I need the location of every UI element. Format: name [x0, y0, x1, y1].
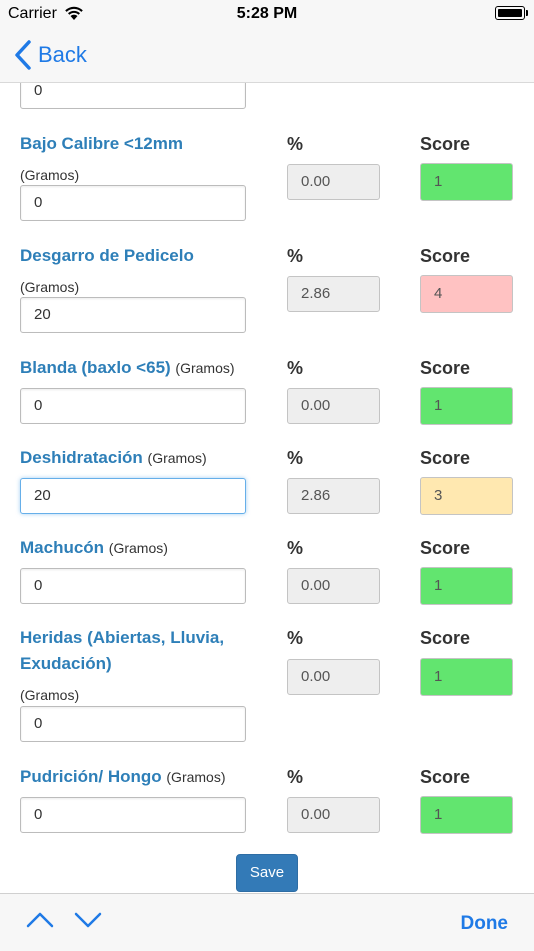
grams-input[interactable]: 20: [20, 478, 246, 514]
defect-label: Blanda (baxlo <65): [20, 358, 171, 377]
navigation-bar: Back: [0, 28, 534, 83]
percent-field: 0.00: [287, 568, 380, 604]
percent-header: %: [287, 767, 304, 787]
defect-label: Machucón: [20, 538, 105, 557]
grams-input[interactable]: 0: [20, 568, 246, 604]
defect-label-wrap: Deshidratación (Gramos): [20, 445, 207, 471]
chevron-left-icon: [15, 40, 31, 70]
score-field: 1: [420, 163, 513, 201]
defect-label: Pudrición/ Hongo: [20, 767, 162, 786]
clock: 5:28 PM: [236, 5, 298, 22]
unit-label: (Gramos): [108, 540, 168, 556]
keyboard-toolbar: Done: [0, 893, 534, 951]
percent-header: %: [287, 134, 304, 154]
done-button[interactable]: Done: [461, 913, 509, 935]
grams-input-previous[interactable]: 0: [20, 83, 246, 109]
score-header: Score: [420, 538, 471, 558]
percent-header: %: [287, 358, 304, 378]
back-label: Back: [38, 42, 87, 67]
score-header: Score: [420, 767, 471, 787]
score-field: 1: [420, 387, 513, 425]
defect-label-line2: Exudación): [20, 654, 112, 673]
unit-label: (Gramos): [20, 279, 80, 295]
back-button[interactable]: Back: [14, 38, 87, 72]
percent-header: %: [287, 538, 304, 558]
battery-icon: [495, 6, 528, 20]
grams-input[interactable]: 0: [20, 797, 246, 833]
percent-field: 2.86: [287, 276, 380, 312]
score-field: 1: [420, 658, 513, 696]
grams-input[interactable]: 0: [20, 706, 246, 742]
percent-header: %: [287, 628, 304, 648]
status-bar: Carrier 5:28 PM: [0, 0, 534, 28]
save-button[interactable]: Save: [236, 854, 298, 892]
defect-label: Deshidratación: [20, 448, 143, 467]
unit-label: (Gramos): [20, 167, 80, 183]
unit-label: (Gramos): [166, 769, 226, 785]
defect-label-wrap: Pudrición/ Hongo (Gramos): [20, 764, 226, 790]
defect-label: Bajo Calibre <12mm: [20, 134, 183, 153]
defect-label: Desgarro de Pedicelo: [20, 246, 194, 265]
percent-field: 0.00: [287, 797, 380, 833]
percent-header: %: [287, 448, 304, 468]
percent-field: 0.00: [287, 659, 380, 695]
grams-input[interactable]: 0: [20, 388, 246, 424]
score-header: Score: [420, 358, 471, 378]
score-header: Score: [420, 448, 471, 468]
chevron-down-icon[interactable]: [73, 910, 103, 930]
score-field: 1: [420, 796, 513, 834]
percent-field: 0.00: [287, 388, 380, 424]
score-field: 4: [420, 275, 513, 313]
unit-label: (Gramos): [20, 687, 80, 703]
grams-input[interactable]: 0: [20, 185, 246, 221]
defect-label-wrap: Blanda (baxlo <65) (Gramos): [20, 355, 235, 381]
defect-label: Heridas (Abiertas, Lluvia,: [20, 628, 225, 647]
score-field: 3: [420, 477, 513, 515]
defect-label-wrap: Machucón (Gramos): [20, 535, 168, 561]
chevron-up-icon[interactable]: [25, 910, 55, 930]
grams-input[interactable]: 20: [20, 297, 246, 333]
score-header: Score: [420, 134, 471, 154]
score-header: Score: [420, 246, 471, 266]
percent-field: 0.00: [287, 164, 380, 200]
percent-field: 2.86: [287, 478, 380, 514]
form-content[interactable]: 0 Bajo Calibre <12mm (Gramos) % Score 0 …: [0, 83, 534, 893]
unit-label: (Gramos): [147, 450, 207, 466]
unit-label: (Gramos): [175, 360, 235, 376]
score-field: 1: [420, 567, 513, 605]
percent-header: %: [287, 246, 304, 266]
score-header: Score: [420, 628, 471, 648]
